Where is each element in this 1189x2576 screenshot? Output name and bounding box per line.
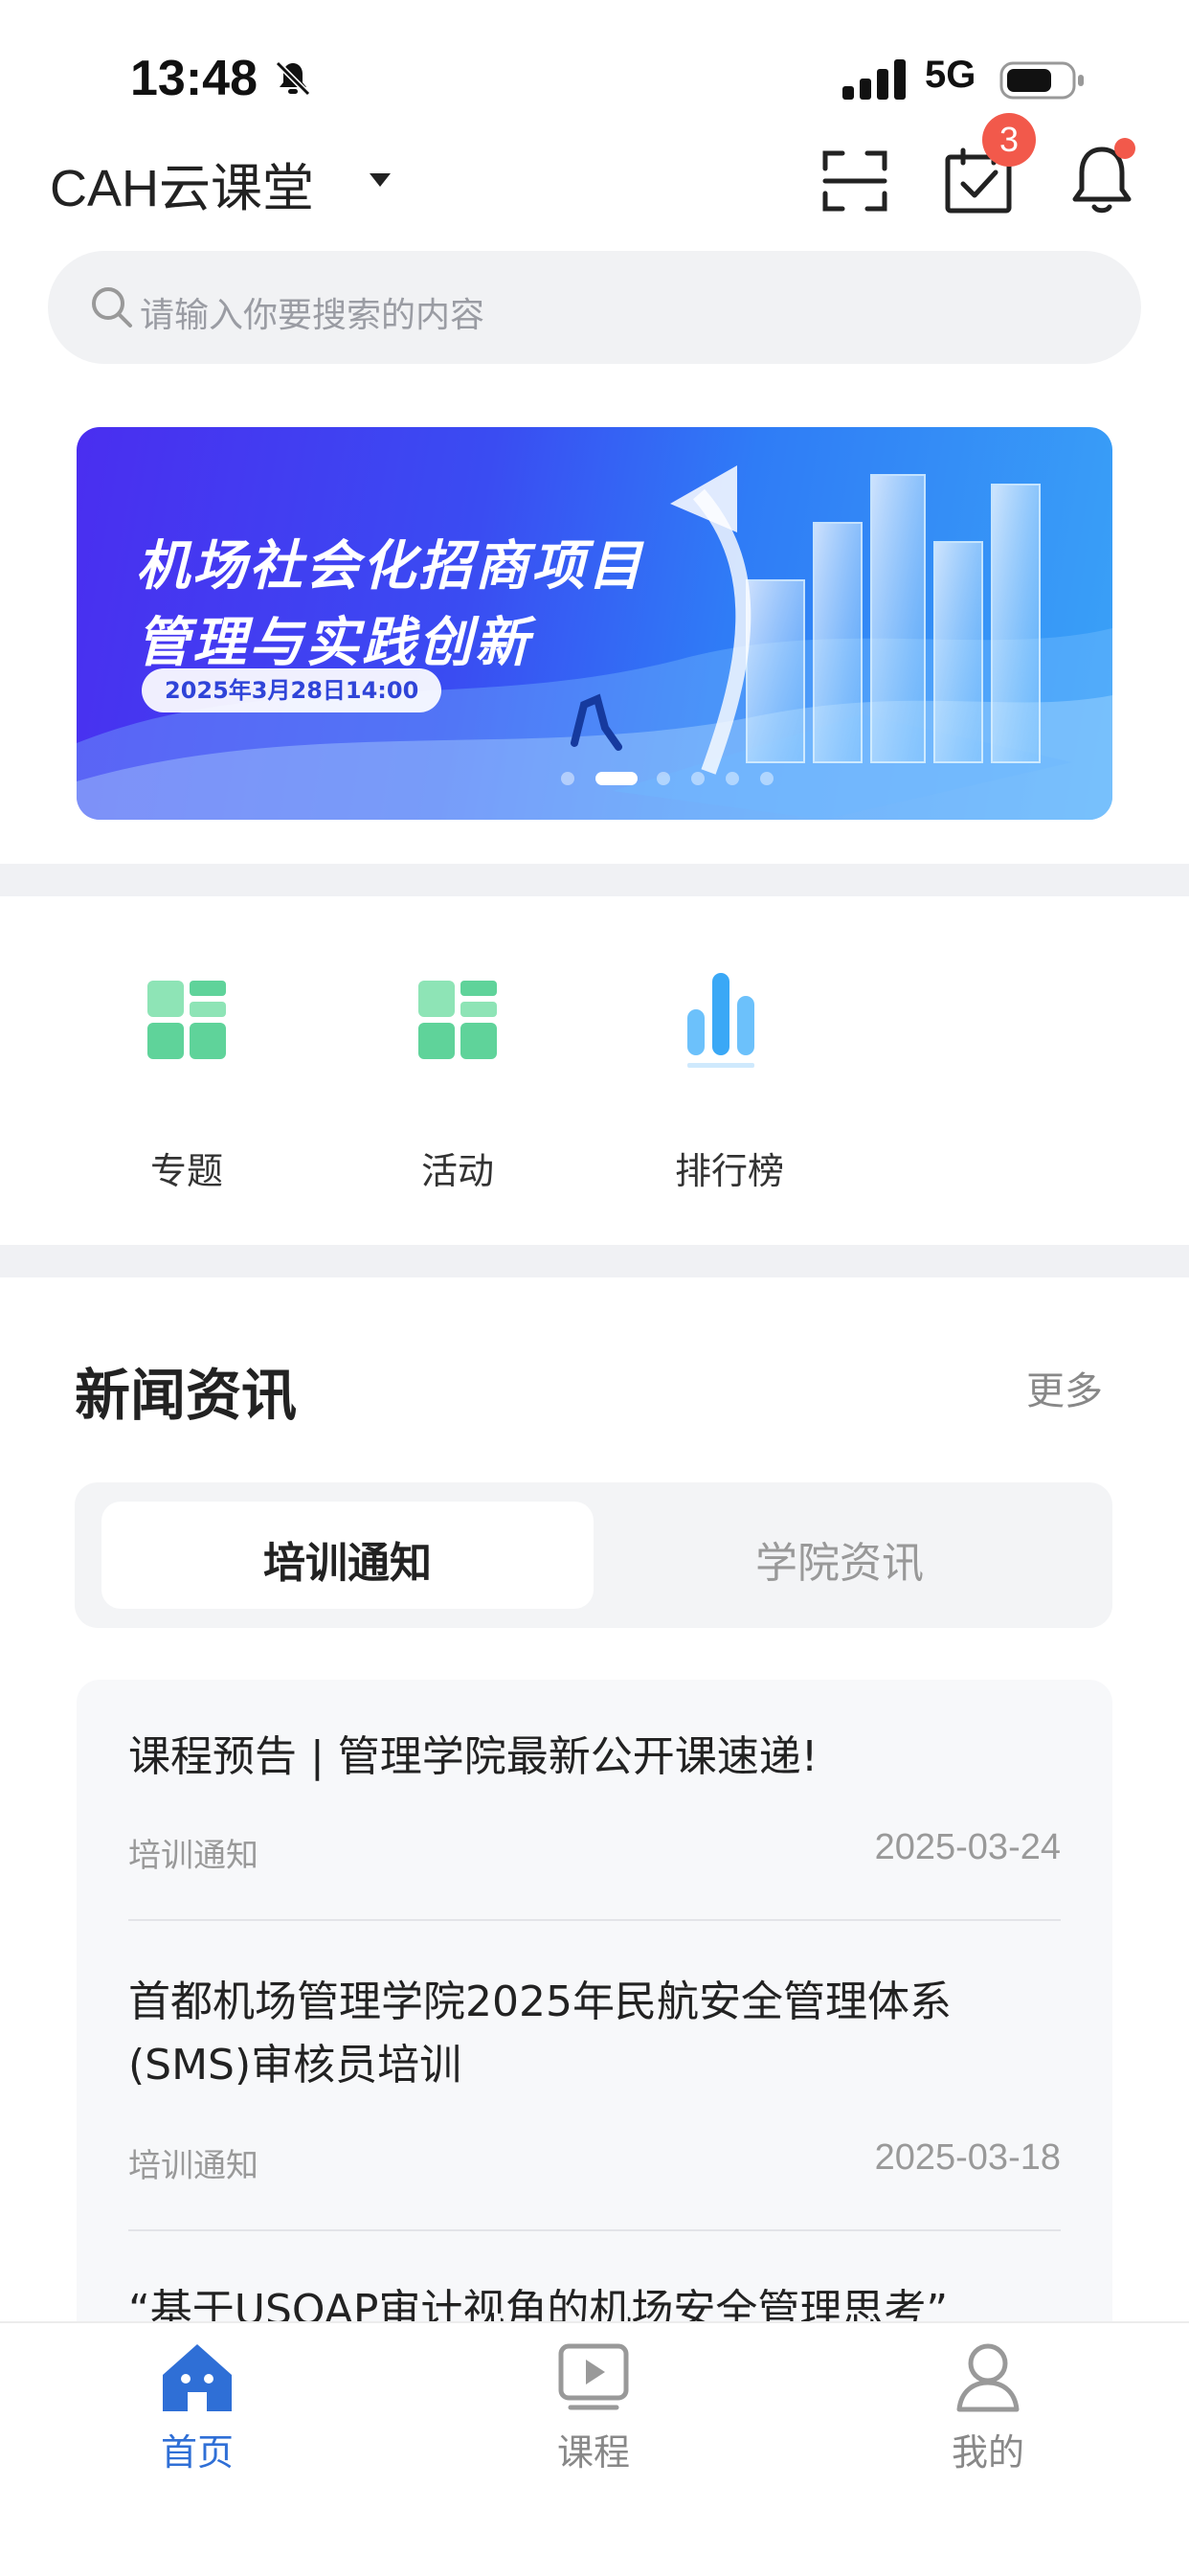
carousel-dot[interactable] [561,772,574,785]
news-item-title[interactable]: 课程预告 | 管理学院最新公开课速递! [128,1726,1066,1789]
banner-date: 2025年3月28日14:00 [142,668,442,712]
news-item-title[interactable]: 首都机场管理学院2025年民航安全管理体系(SMS)审核员培训 [128,1971,1066,2097]
section-divider [0,1245,1189,1277]
notification-dot [1114,138,1135,159]
signal-icon [842,59,906,100]
grid-icon[interactable] [405,967,510,1073]
carousel-dot[interactable] [726,772,739,785]
caret-down-icon[interactable] [366,170,394,190]
news-item-tag: 培训通知 [128,1837,258,1875]
tab-home-label[interactable]: 首页 [101,2423,293,2475]
bar-chart-icon[interactable] [676,967,781,1073]
home-icon[interactable] [157,2337,237,2417]
carousel-dot[interactable] [657,772,670,785]
entry-ranking-label[interactable]: 排行榜 [634,1141,825,1194]
promo-banner[interactable]: 机场社会化招商项目 管理与实践创新 2025年3月28日14:00 [77,427,1112,820]
user-icon[interactable] [948,2337,1028,2417]
search-placeholder[interactable]: 请输入你要搜索的内容 [140,287,484,337]
news-item-date: 2025-03-18 [874,2137,1061,2178]
divider [128,2229,1061,2231]
tab-mine-label[interactable]: 我的 [892,2423,1084,2475]
battery-icon [999,61,1084,100]
tab-course-label[interactable]: 课程 [498,2423,689,2475]
entry-topics-label[interactable]: 专题 [91,1141,282,1194]
banner-title-line1: 机场社会化招商项目 [136,535,644,598]
network-type: 5G [925,54,976,96]
news-section-title: 新闻资讯 [75,1363,298,1428]
grid-icon[interactable] [134,967,239,1073]
tab-college-news-label[interactable]: 学院资讯 [594,1528,1086,1590]
status-time: 13:48 [130,51,258,106]
scan-icon[interactable] [821,147,888,215]
news-item-date: 2025-03-24 [874,1827,1061,1867]
app-title[interactable]: CAH云课堂 [50,146,314,221]
play-icon[interactable] [553,2337,634,2417]
divider [128,1919,1061,1921]
news-item-tag: 培训通知 [128,2147,258,2185]
banner-title-line2: 管理与实践创新 [136,612,531,674]
mute-icon [275,60,311,97]
tasks-badge: 3 [982,113,1036,167]
section-divider [0,864,1189,896]
tab-training-notice-label[interactable]: 培训通知 [101,1528,594,1590]
entry-activities-label[interactable]: 活动 [362,1141,553,1194]
news-list: 课程预告 | 管理学院最新公开课速递! 培训通知 2025-03-24 首都机场… [77,1680,1112,2350]
news-more-link[interactable]: 更多 [1026,1360,1103,1415]
search-icon [92,287,132,328]
carousel-dot-active[interactable] [595,772,638,785]
carousel-dot[interactable] [691,772,705,785]
carousel-dot[interactable] [760,772,774,785]
